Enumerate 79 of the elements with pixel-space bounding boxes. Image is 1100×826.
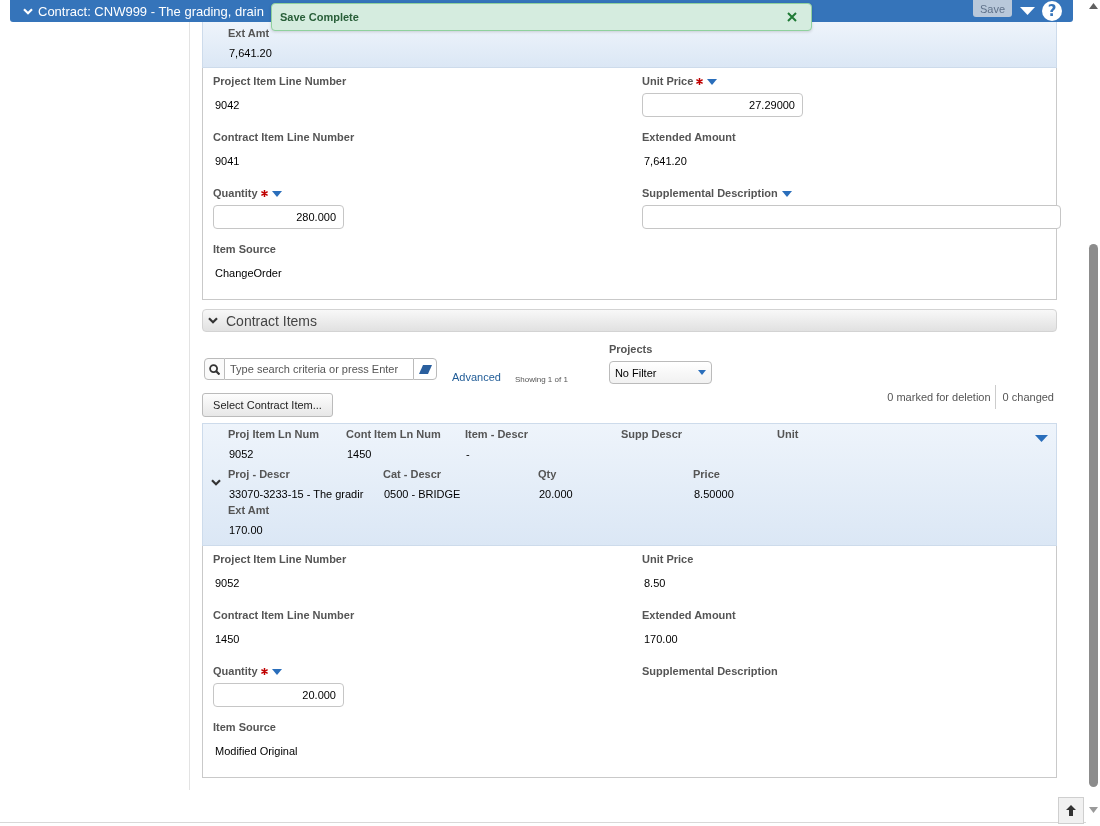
field-value: 1450: [214, 633, 240, 646]
caret-down-icon[interactable]: [1088, 807, 1098, 813]
field-label: Unit Price: [642, 75, 694, 88]
field-label: Project Item Line Number: [213, 75, 347, 88]
column-label: Qty: [538, 468, 558, 481]
field-label: Extended Amount: [642, 609, 736, 622]
scrollbar-thumb[interactable]: [1088, 244, 1098, 787]
field-value: 9041: [214, 155, 240, 168]
help-button[interactable]: ?: [1042, 1, 1062, 21]
chevron-down-icon[interactable]: [208, 317, 218, 324]
column-label: Item - Descr: [465, 428, 529, 441]
eraser-icon: [418, 364, 432, 374]
field-value: Modified Original: [214, 745, 298, 758]
deletion-count: 0 marked for deletion: [887, 391, 991, 403]
close-icon[interactable]: [787, 12, 797, 22]
input-field[interactable]: 280.000: [213, 205, 344, 229]
column-value: -: [465, 448, 471, 461]
column-label: Supp Descr: [621, 428, 684, 441]
column-label: Proj Item Ln Num: [228, 428, 321, 441]
select-item-button[interactable]: Select Contract Item...: [202, 393, 333, 417]
caret-down-icon[interactable]: [781, 190, 792, 197]
caret-down-icon: [697, 370, 706, 375]
field-value: ChangeOrder: [214, 267, 282, 280]
field-value: 9052: [214, 577, 240, 590]
showing-count: Showing 1 of 1: [514, 375, 568, 384]
caret-down-icon[interactable]: [271, 190, 282, 197]
column-value: 0500 - BRIDGE: [383, 488, 462, 501]
field-value: 170.00: [643, 633, 678, 646]
input-field[interactable]: 27.29000: [642, 93, 803, 117]
search-button[interactable]: [204, 358, 225, 380]
caret-down-icon[interactable]: [1034, 435, 1048, 442]
input-field[interactable]: [642, 205, 1061, 229]
column-value: 1450: [346, 448, 373, 461]
chevron-down-icon[interactable]: [210, 479, 221, 486]
field-label: Quantity: [213, 187, 258, 200]
column-value: 9052: [228, 448, 255, 461]
field-label: Item Source: [213, 721, 276, 734]
scroll-top-button[interactable]: [1058, 797, 1084, 824]
advanced-link[interactable]: Advanced: [452, 371, 501, 384]
projects-dropdown[interactable]: No Filter: [608, 361, 712, 384]
field-label: Supplemental Description: [642, 665, 778, 678]
caret-down-icon[interactable]: [1020, 7, 1035, 15]
column-value: 7,641.20: [228, 47, 273, 60]
column-label: Cat - Descr: [383, 468, 443, 481]
search-field[interactable]: Type search criteria or press Enter: [225, 358, 413, 380]
caret-up-icon[interactable]: [1088, 3, 1098, 9]
contract-title: Contract: CNW999 - The grading, drain: [38, 3, 264, 19]
changed-count: 0 changed: [1002, 391, 1054, 403]
column-value: 33070-3233-15 - The gradir: [228, 488, 365, 501]
field-value: 7,641.20: [643, 155, 687, 168]
column-label: Price: [693, 468, 721, 481]
field-value: 9042: [214, 99, 240, 112]
field-label: Extended Amount: [642, 131, 736, 144]
clear-button[interactable]: [413, 358, 437, 380]
field-label: Contract Item Line Number: [213, 131, 355, 144]
field-label: Item Source: [213, 243, 276, 256]
column-label: Unit: [777, 428, 800, 441]
field-value: 8.50: [643, 577, 666, 590]
field-label: Unit Price: [642, 553, 694, 566]
field-label: Quantity: [213, 665, 258, 678]
column-label: Proj - Descr: [228, 468, 291, 481]
column-value: 170.00: [228, 524, 264, 537]
column-label: Cont Item Ln Num: [346, 428, 442, 441]
column-label: Ext Amt: [228, 27, 271, 40]
caret-down-icon[interactable]: [707, 78, 718, 85]
column-value: 8.50000: [693, 488, 735, 501]
field-label: Contract Item Line Number: [213, 609, 355, 622]
arrow-up-icon: [1066, 805, 1076, 816]
item-row[interactable]: Proj Item Ln Num 9052 Cont Item Ln Num 1450 Item - Descr - Supp Descr Unit Proj - Descr 33070-3233-15 - The gradir Cat - Descr 0500 - BRIDGE Qty 20.000 Price 8.50000 Ext Amt 170.00: [202, 423, 1057, 546]
search-icon: [209, 363, 220, 375]
field-label: Project Item Line Number: [213, 553, 347, 566]
input-field[interactable]: 20.000: [213, 683, 344, 707]
column-value: 20.000: [538, 488, 574, 501]
field-label: Projects: [608, 343, 654, 356]
section-header[interactable]: Contract Items: [202, 309, 1057, 332]
caret-down-icon[interactable]: [271, 668, 282, 675]
toast-message: Save Complete: [280, 11, 359, 23]
column-label: Ext Amt: [228, 504, 271, 517]
field-label: Supplemental Description: [642, 187, 778, 200]
